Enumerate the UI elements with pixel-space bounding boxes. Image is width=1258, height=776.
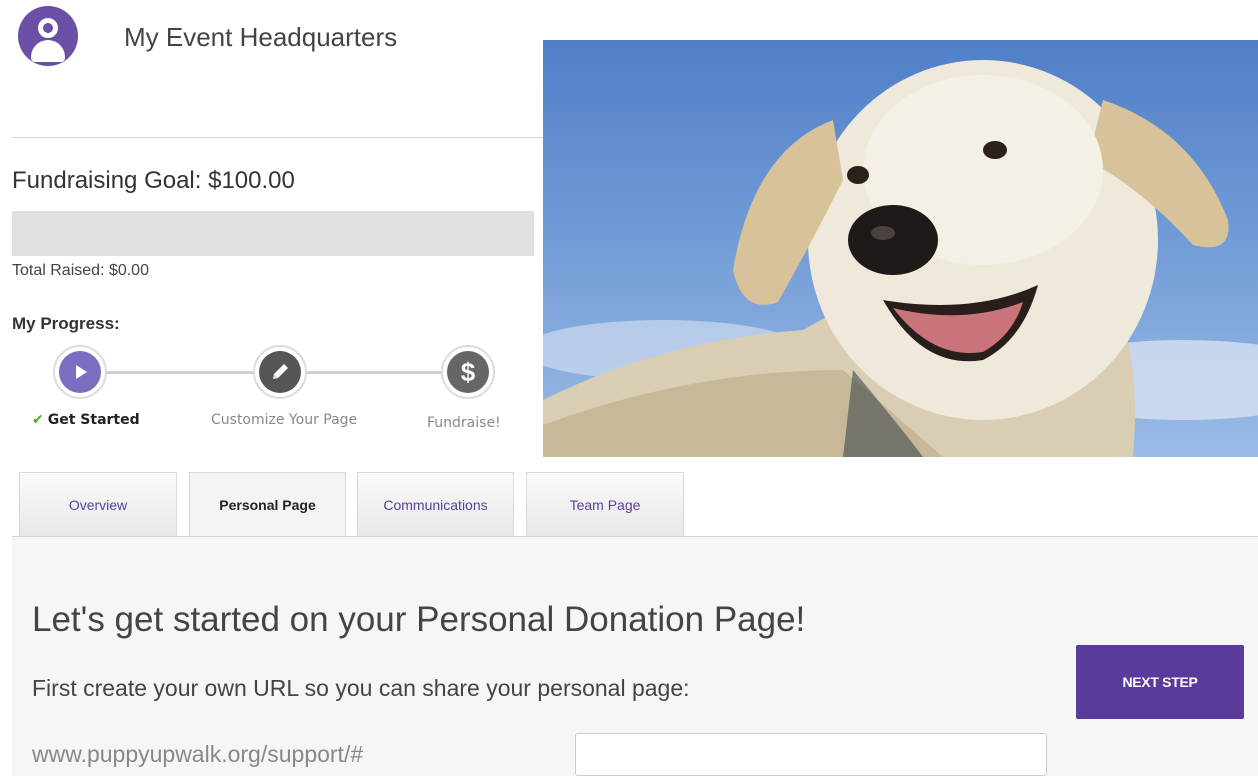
user-avatar-icon[interactable]: [18, 6, 78, 66]
progress-heading: My Progress:: [12, 314, 120, 333]
next-step-button[interactable]: NEXT STEP: [1076, 645, 1244, 719]
step-customize-page[interactable]: [253, 345, 307, 399]
fundraising-goal: Fundraising Goal: $100.00: [12, 167, 295, 194]
play-icon: [76, 365, 87, 379]
tab-overview[interactable]: Overview: [19, 472, 177, 536]
tab-communications[interactable]: Communications: [357, 472, 514, 536]
personal-url-input[interactable]: [575, 733, 1047, 776]
checkmark-icon: ✔: [32, 412, 44, 428]
step-label-fundraise: Fundraise!: [427, 415, 501, 431]
page-title: My Event Headquarters: [124, 22, 398, 52]
pencil-icon: [273, 364, 288, 379]
step-label-customize: Customize Your Page: [211, 412, 358, 428]
personal-page-instructions: First create your own URL so you can sha…: [32, 675, 690, 701]
tab-team-page[interactable]: Team Page: [526, 472, 684, 536]
total-raised: Total Raised: $0.00: [12, 262, 149, 279]
fundraising-progress-bar: [12, 211, 534, 256]
step-get-started[interactable]: [53, 345, 107, 399]
dollar-icon: $: [447, 351, 489, 393]
personal-page-headline: Let's get started on your Personal Donat…: [32, 600, 806, 639]
tab-personal-page[interactable]: Personal Page: [189, 472, 346, 537]
step-label-get-started: ✔ Get Started: [32, 412, 140, 428]
header-divider: [12, 137, 544, 138]
step-fundraise[interactable]: $: [441, 345, 495, 399]
url-prefix: www.puppyupwalk.org/support/#: [32, 741, 364, 767]
hero-dog-image: [543, 40, 1258, 457]
